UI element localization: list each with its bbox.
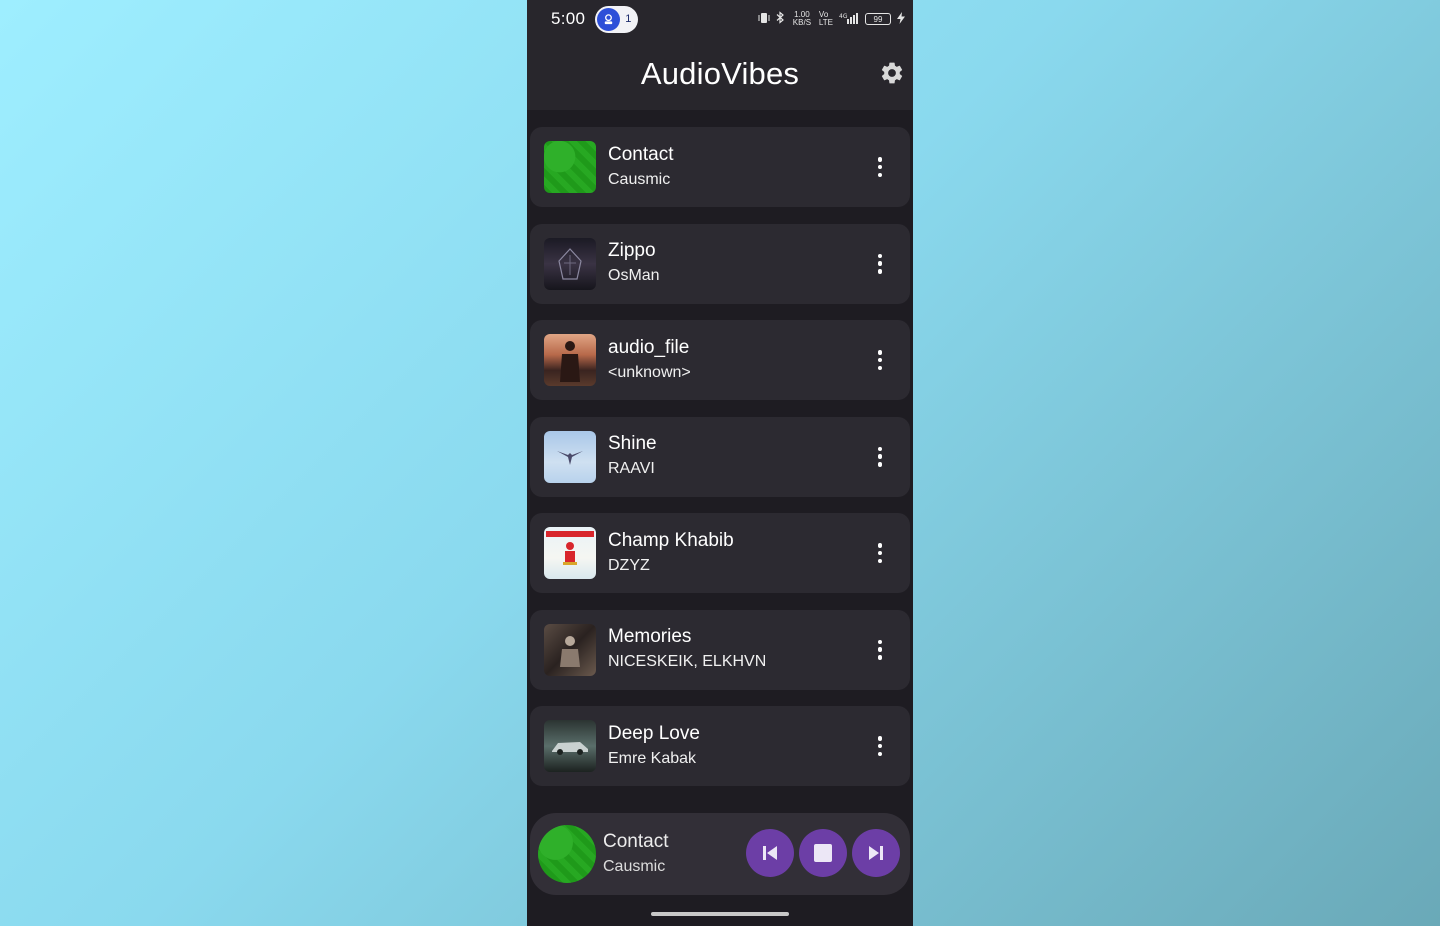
track-item[interactable]: audio_file <unknown> <box>530 320 910 400</box>
svg-text:4G: 4G <box>839 13 848 20</box>
album-art <box>544 430 596 483</box>
more-options-icon[interactable] <box>874 541 886 565</box>
stop-button[interactable] <box>799 829 847 877</box>
skip-next-icon <box>869 846 883 860</box>
battery-icon: 99 <box>865 13 891 25</box>
now-playing-title: Contact <box>603 830 669 852</box>
track-item[interactable]: Contact Causmic <box>530 127 910 207</box>
track-artist: RAAVI <box>608 460 655 477</box>
settings-button[interactable] <box>879 60 905 86</box>
notification-count: 1 <box>625 13 632 25</box>
album-art <box>544 237 596 290</box>
more-options-icon[interactable] <box>874 252 886 276</box>
track-title: audio_file <box>608 336 690 358</box>
track-title: Champ Khabib <box>608 529 734 551</box>
track-artist: Emre Kabak <box>608 749 697 767</box>
previous-button[interactable] <box>746 829 794 877</box>
track-item[interactable]: Champ Khabib DZYZ <box>530 513 910 593</box>
album-art <box>544 334 596 386</box>
app-bar: AudioVibes <box>527 38 913 110</box>
track-artist: OsMan <box>608 267 660 284</box>
more-options-icon[interactable] <box>874 734 886 758</box>
track-artist: DZYZ <box>608 556 650 574</box>
hotspot-icon <box>597 7 621 31</box>
more-options-icon[interactable] <box>874 155 886 179</box>
home-indicator[interactable] <box>651 912 789 916</box>
vibrate-icon <box>758 12 770 27</box>
stop-icon <box>814 844 832 862</box>
phone-screen: 5:00 1 1.00 KB/S Vo LTE 4G 99 AudioVibes… <box>527 0 913 926</box>
track-item[interactable]: Shine RAAVI <box>530 416 910 497</box>
track-artist: Causmic <box>608 170 671 188</box>
now-playing-artist: Causmic <box>603 857 666 875</box>
album-art <box>544 623 596 676</box>
bluetooth-icon <box>776 11 785 27</box>
track-title: Deep Love <box>608 722 700 744</box>
track-title: Memories <box>608 626 692 647</box>
more-options-icon[interactable] <box>874 638 886 662</box>
album-art <box>544 720 596 772</box>
now-playing-bar[interactable]: Contact Causmic <box>530 813 910 895</box>
album-art <box>544 527 596 579</box>
status-icons: 1.00 KB/S Vo LTE 4G 99 <box>758 11 905 27</box>
track-artist: <unknown> <box>608 363 691 381</box>
charging-icon <box>897 11 905 27</box>
app-title: AudioVibes <box>640 56 800 91</box>
playback-controls <box>746 829 900 877</box>
net-speed: 1.00 KB/S <box>792 10 812 27</box>
more-options-icon[interactable] <box>874 445 886 469</box>
skip-previous-icon <box>763 846 777 860</box>
track-item[interactable]: Memories NICESKEIK, ELKHVN <box>530 609 910 690</box>
track-title: Shine <box>608 433 657 454</box>
more-options-icon[interactable] <box>874 348 886 372</box>
track-artist: NICESKEIK, ELKHVN <box>608 653 767 670</box>
track-list: Contact Causmic Zippo OsMan audio_file <… <box>530 127 910 803</box>
album-art <box>544 141 596 193</box>
status-time: 5:00 <box>551 9 586 28</box>
now-playing-art <box>538 825 596 883</box>
signal-icon: 4G <box>839 12 859 27</box>
status-bar: 5:00 1 1.00 KB/S Vo LTE 4G 99 <box>527 0 913 38</box>
track-item[interactable]: Deep Love Emre Kabak <box>530 706 910 786</box>
track-title: Contact <box>608 143 674 165</box>
next-button[interactable] <box>852 829 900 877</box>
volte-icon: Vo LTE <box>818 10 833 27</box>
hotspot-pill[interactable]: 1 <box>595 5 639 33</box>
track-title: Zippo <box>608 240 656 261</box>
track-item[interactable]: Zippo OsMan <box>530 223 910 304</box>
gear-icon <box>881 62 903 84</box>
